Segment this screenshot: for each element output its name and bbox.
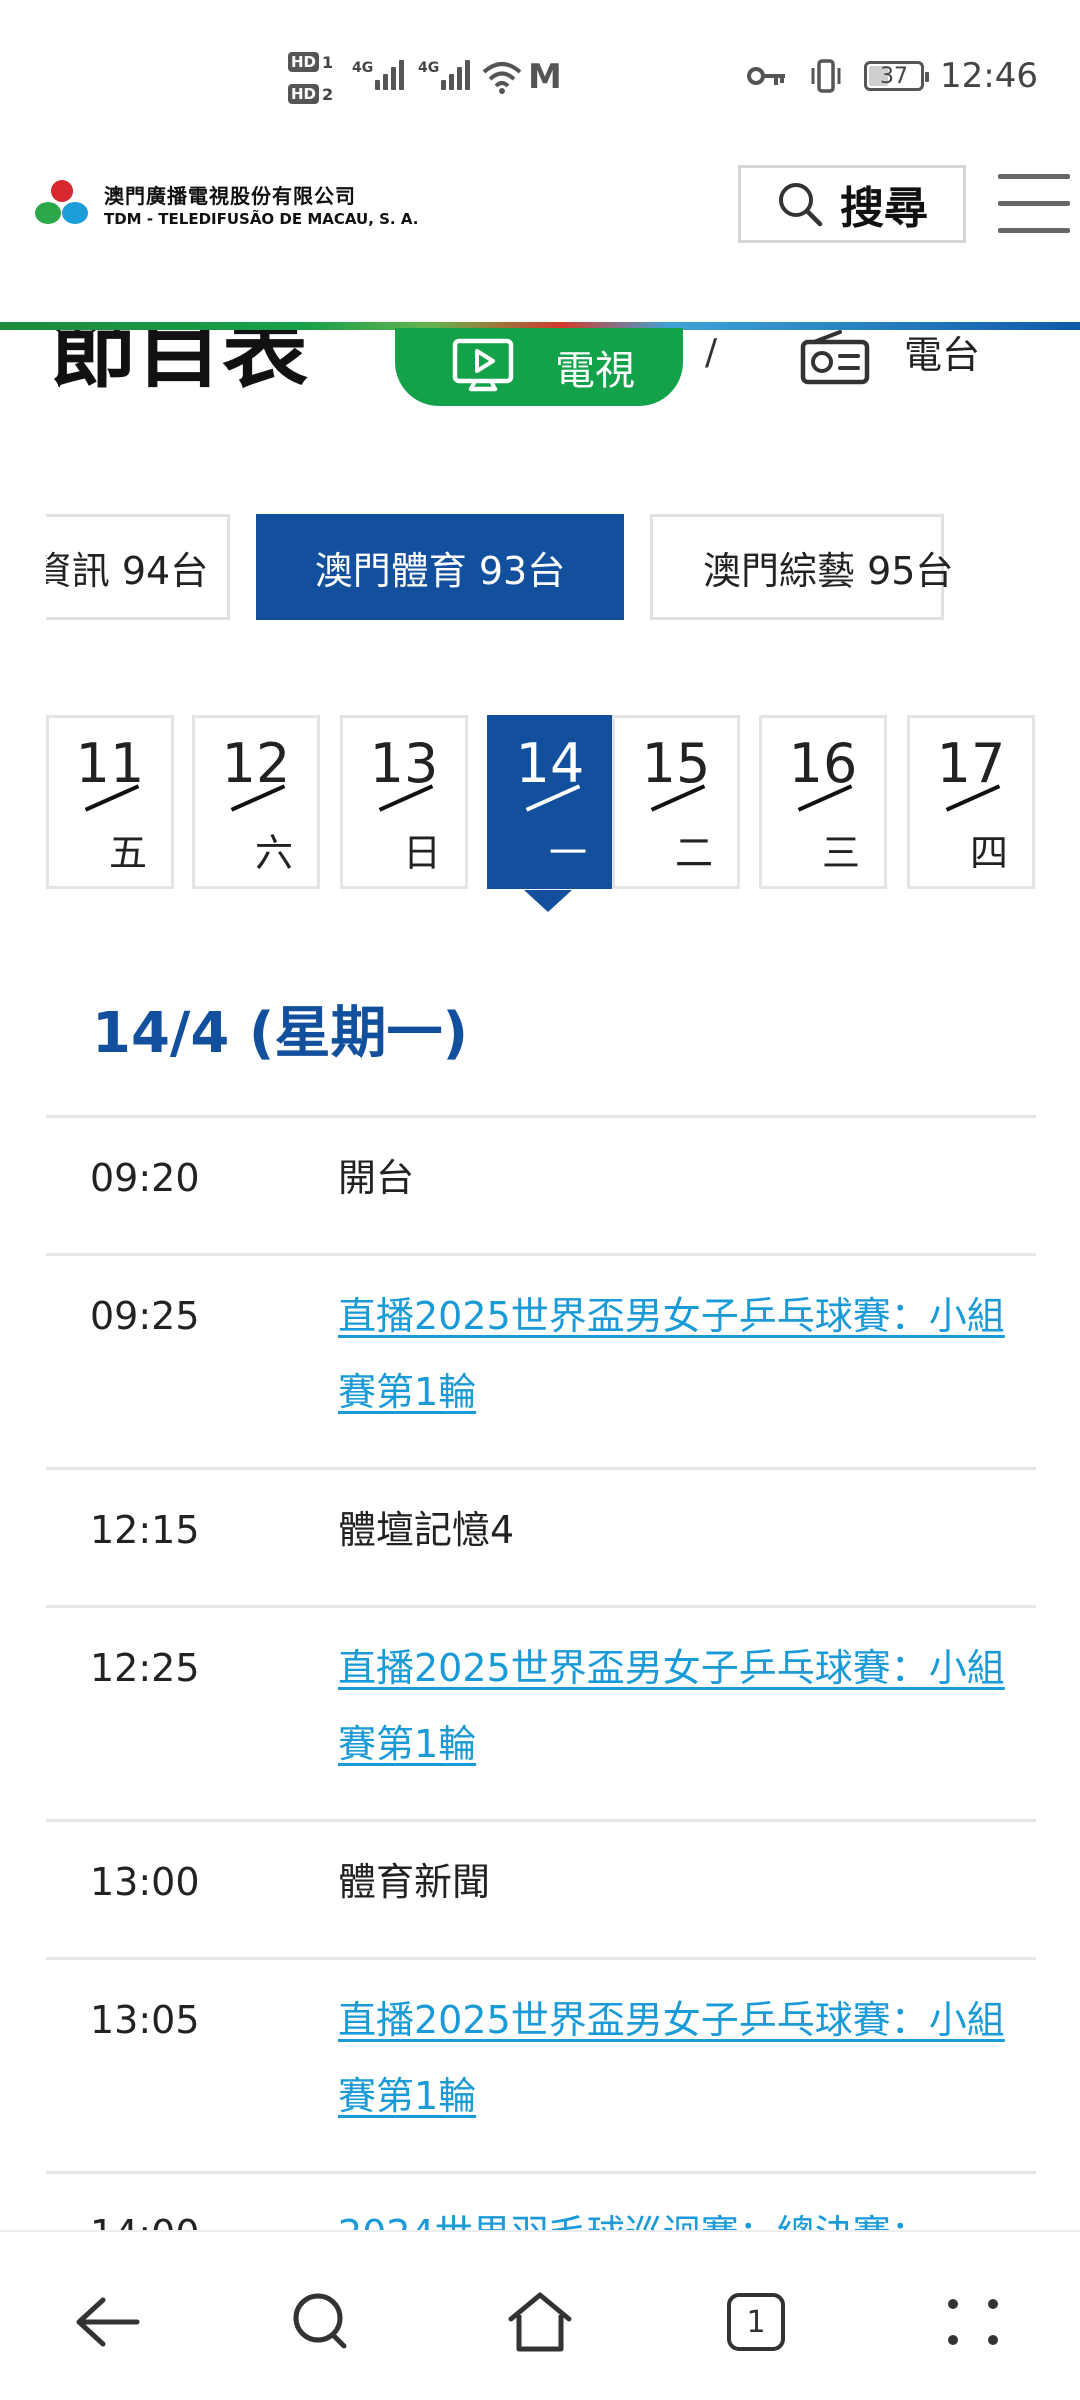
hd-slot-1: 1	[322, 52, 334, 72]
back-button[interactable]	[68, 2282, 148, 2362]
search-button[interactable]: 搜尋	[738, 165, 966, 243]
home-icon	[508, 2292, 572, 2352]
tab-count: 1	[746, 2304, 766, 2340]
tabs-icon: 1	[727, 2293, 785, 2351]
channel-tab-sports[interactable]: 澳門體育 93台	[256, 514, 624, 620]
status-bar: HD 1 HD 2 4G 4G M 37 12:46	[0, 0, 1080, 150]
menu-button[interactable]	[934, 2282, 1014, 2362]
menu-dots-icon	[948, 2299, 1000, 2345]
program-title-link[interactable]: 直播2025世界盃男女子乒乓球賽：小組賽第1輪	[338, 1982, 1018, 2134]
wifi-icon	[482, 62, 522, 94]
tabs-button[interactable]: 1	[716, 2282, 796, 2362]
date-item-13[interactable]: 13 日	[340, 715, 468, 889]
date-weekday: 日	[402, 831, 441, 875]
mail-notification-icon: M	[528, 57, 562, 97]
date-selector: 11 五 12 六 13 日 14 一 15 二 16 三 17 四	[46, 715, 1036, 915]
schedule-day-heading: 14/4 (星期一)	[92, 1001, 469, 1066]
search-icon	[293, 2293, 347, 2349]
search-button-label: 搜尋	[840, 183, 928, 234]
program-time: 12:15	[90, 1508, 200, 1552]
date-item-11[interactable]: 11 五	[46, 715, 174, 889]
logo-name-pt: TDM - TELEDIFUSÃO DE MACAU, S. A.	[104, 210, 419, 228]
vpn-key-icon	[747, 67, 786, 85]
battery-level: 37	[880, 63, 909, 89]
program-title: 體壇記憶4	[338, 1508, 515, 1552]
search-icon	[779, 183, 823, 227]
signal-2-icon: 4G	[418, 60, 473, 90]
program-time: 09:20	[90, 1156, 200, 1200]
tv-play-icon	[452, 338, 514, 392]
program-schedule: 09:20 開台 09:25 直播2025世界盃男女子乒乓球賽：小組賽第1輪 1…	[46, 1115, 1036, 2291]
date-weekday: 六	[254, 831, 293, 875]
schedule-row: 09:20 開台	[46, 1115, 1036, 1253]
vibrate-icon	[811, 59, 841, 93]
home-button[interactable]	[500, 2282, 580, 2362]
date-item-17[interactable]: 17 四	[907, 715, 1035, 889]
program-title: 開台	[338, 1156, 415, 1200]
tab-radio-label: 電台	[904, 332, 981, 377]
program-title-link[interactable]: 直播2025世界盃男女子乒乓球賽：小組賽第1輪	[338, 1278, 1018, 1430]
date-item-12[interactable]: 12 六	[192, 715, 320, 889]
network-type-2: 4G	[418, 60, 440, 76]
logo-name-zh: 澳門廣播電視股份有限公司	[104, 184, 356, 208]
page-title-row: 節目表 電視 / 電台	[0, 328, 1080, 410]
channel-tab-variety[interactable]: 澳門綜藝 95台	[650, 514, 953, 620]
hd-indicators: HD 1 HD 2	[288, 50, 342, 114]
date-weekday: 三	[821, 831, 860, 875]
hd-badge-2: HD	[288, 84, 320, 104]
date-day: 17	[936, 732, 1006, 795]
status-time: 12:46	[940, 56, 1038, 96]
browser-search-button[interactable]	[282, 2282, 362, 2362]
browser-bottom-nav: 1	[0, 2230, 1080, 2400]
hd-badge-1: HD	[288, 52, 320, 72]
back-arrow-icon	[76, 2297, 140, 2347]
channel-selector[interactable]: 澳門資訊 94台 澳門體育 93台 澳門綜藝 95台	[46, 514, 1036, 620]
schedule-row: 09:25 直播2025世界盃男女子乒乓球賽：小組賽第1輪	[46, 1253, 1036, 1467]
program-title: 體育新聞	[338, 1860, 491, 1904]
radio-icon	[800, 330, 870, 385]
program-time: 12:25	[90, 1646, 200, 1690]
program-title-link[interactable]: 直播2025世界盃男女子乒乓球賽：小組賽第1輪	[338, 1630, 1018, 1782]
date-weekday: 二	[674, 831, 713, 875]
signal-1-icon: 4G	[352, 60, 407, 90]
hamburger-menu-icon[interactable]	[998, 174, 1070, 233]
tab-radio[interactable]: 電台	[800, 330, 980, 386]
date-item-14[interactable]: 14 一	[487, 715, 613, 889]
battery-icon: 37	[864, 61, 930, 91]
date-day: 11	[75, 732, 145, 795]
date-day: 16	[788, 732, 858, 795]
date-weekday: 一	[548, 831, 587, 875]
schedule-row: 12:25 直播2025世界盃男女子乒乓球賽：小組賽第1輪	[46, 1605, 1036, 1819]
schedule-row: 13:05 直播2025世界盃男女子乒乓球賽：小組賽第1輪	[46, 1957, 1036, 2171]
program-time: 09:25	[90, 1294, 200, 1338]
active-date-pointer	[524, 890, 572, 912]
date-day: 13	[369, 732, 439, 795]
tab-separator: /	[705, 332, 718, 373]
date-item-16[interactable]: 16 三	[759, 715, 887, 889]
tdm-logo-mark-icon	[34, 178, 90, 234]
date-item-15[interactable]: 15 二	[612, 715, 740, 889]
date-day: 12	[221, 732, 291, 795]
network-type-1: 4G	[352, 60, 374, 76]
date-day: 14	[515, 732, 585, 795]
site-header: 澳門廣播電視股份有限公司 TDM - TELEDIFUSÃO DE MACAU,…	[0, 150, 1080, 330]
tab-tv-label: 電視	[555, 348, 635, 394]
tab-tv[interactable]: 電視	[395, 328, 683, 406]
channel-tab-info[interactable]: 澳門資訊 94台	[46, 514, 230, 620]
date-weekday: 五	[108, 831, 147, 875]
tdm-logo[interactable]: 澳門廣播電視股份有限公司 TDM - TELEDIFUSÃO DE MACAU,…	[34, 178, 418, 234]
schedule-row: 12:15 體壇記憶4	[46, 1467, 1036, 1605]
hd-slot-2: 2	[322, 84, 334, 104]
program-time: 13:05	[90, 1998, 200, 2042]
date-day: 15	[641, 732, 711, 795]
date-weekday: 四	[969, 831, 1008, 875]
program-time: 13:00	[90, 1860, 200, 1904]
schedule-row: 13:00 體育新聞	[46, 1819, 1036, 1957]
